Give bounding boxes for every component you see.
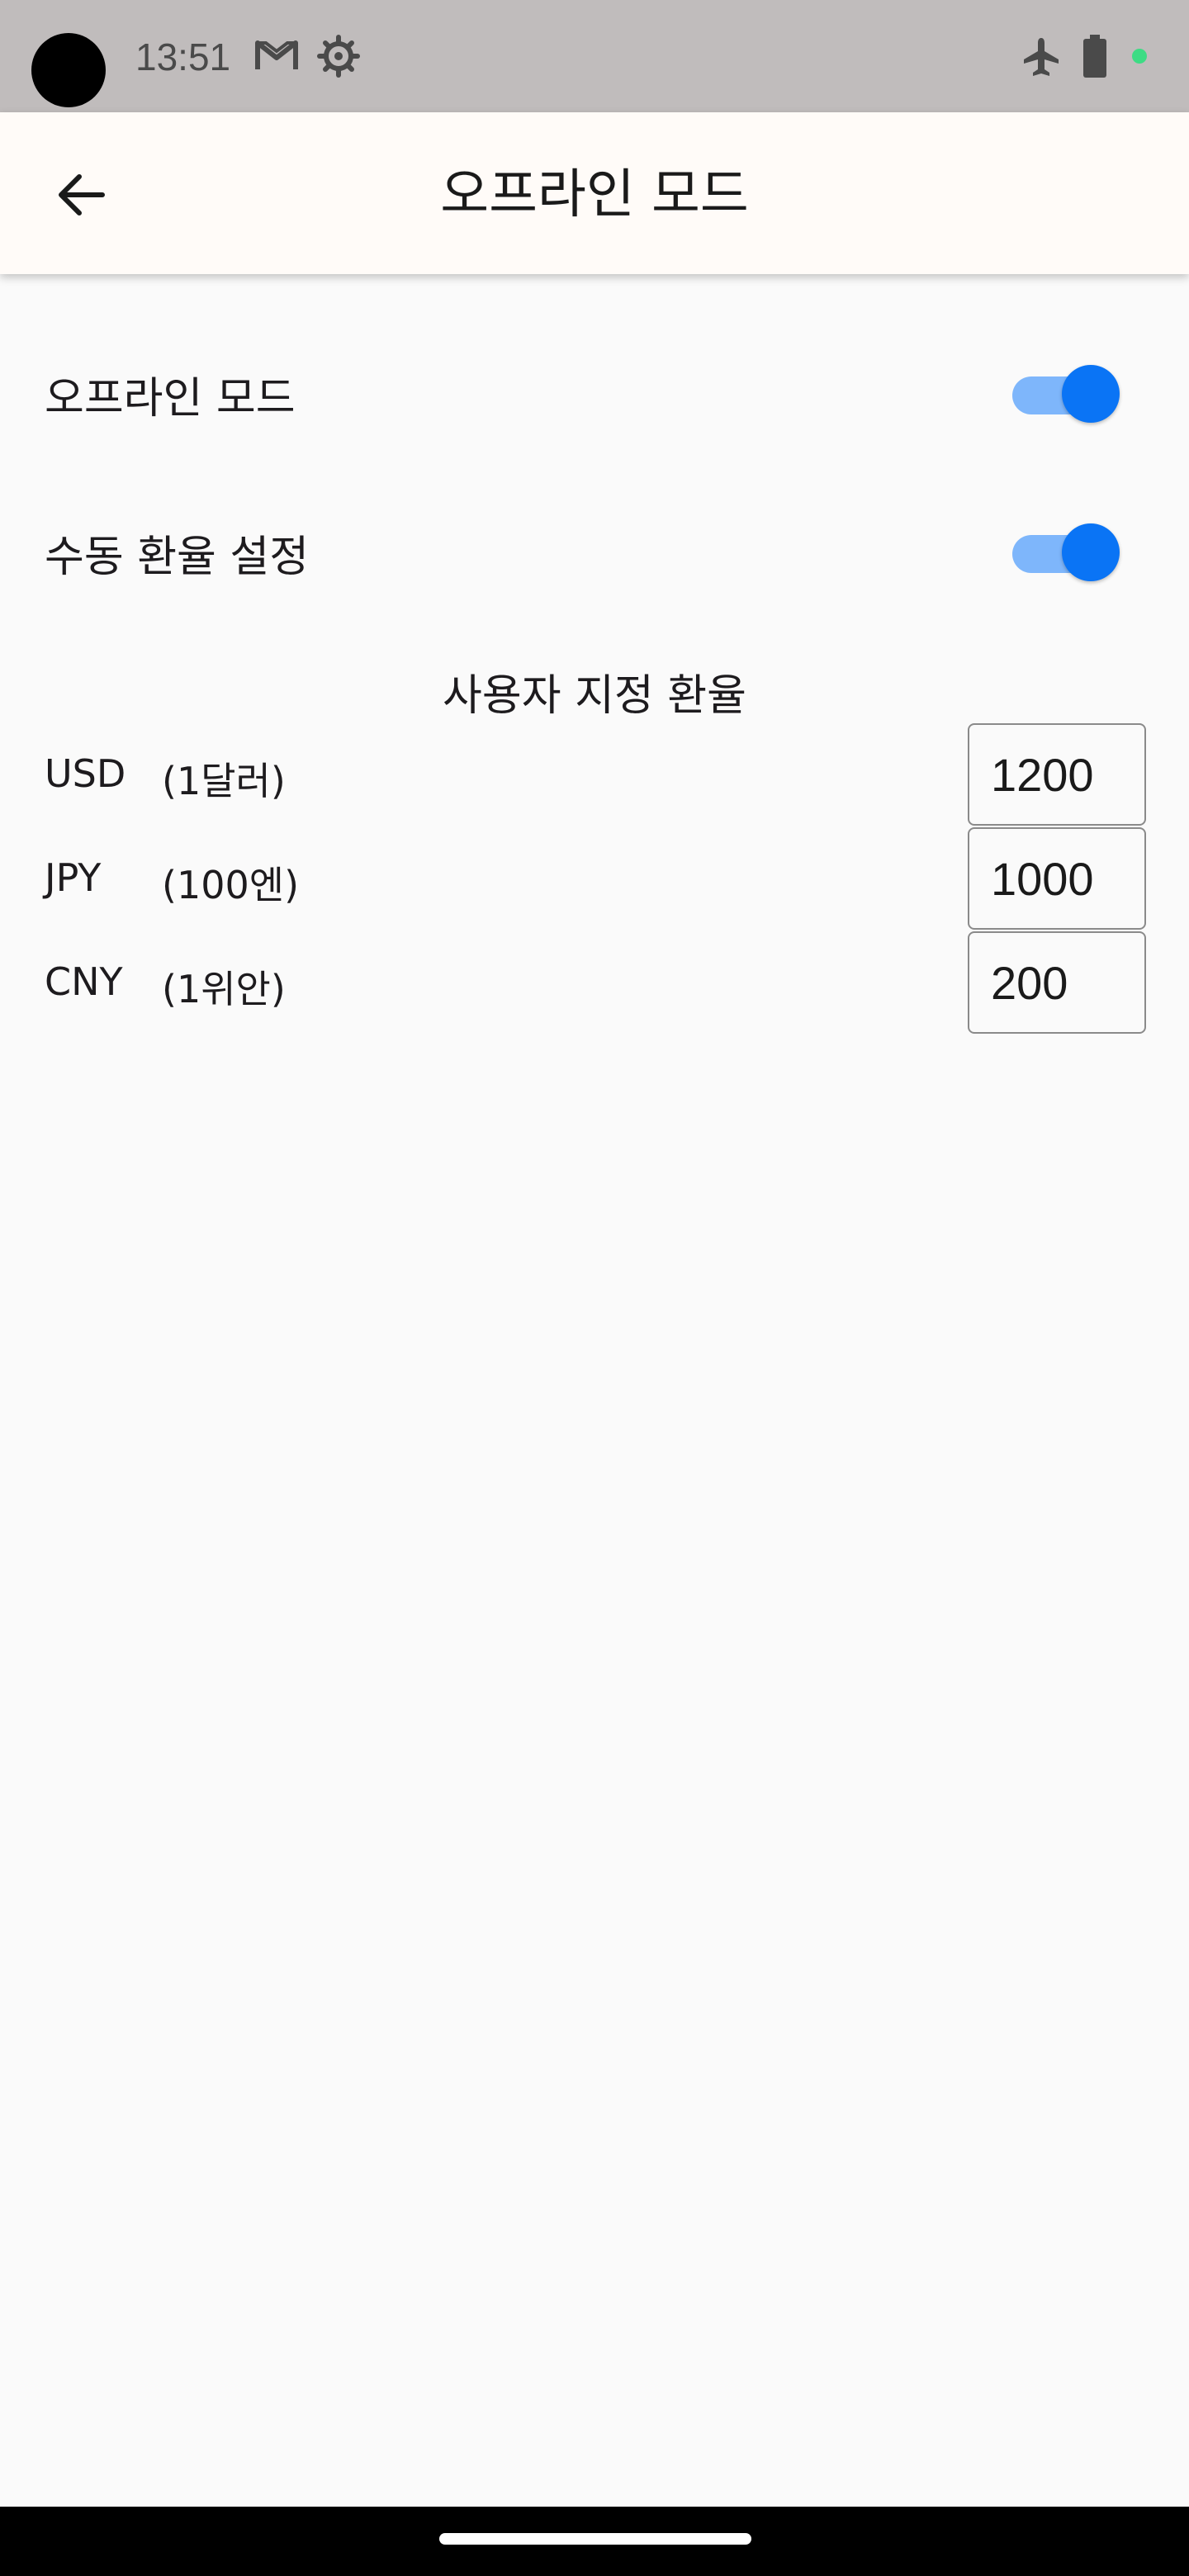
cny-rate-input[interactable] — [968, 931, 1146, 1034]
setting-row-offline-mode: 오프라인 모드 — [0, 340, 1189, 439]
app-bar: 오프라인 모드 — [0, 112, 1189, 274]
currency-code: JPY — [45, 855, 102, 900]
home-gesture-handle[interactable] — [439, 2533, 751, 2545]
rate-row-jpy: JPY (100엔) — [0, 827, 1189, 930]
currency-code: USD — [45, 751, 126, 796]
battery-icon — [1083, 35, 1106, 78]
custom-rates-title: 사용자 지정 환율 — [443, 671, 746, 721]
gmail-icon — [255, 40, 298, 69]
setting-row-manual-rate: 수동 환율 설정 — [0, 499, 1189, 598]
usd-rate-input[interactable] — [968, 723, 1146, 826]
airplane-icon — [1024, 38, 1059, 76]
currency-unit: (1위안) — [162, 967, 286, 1011]
toggle-thumb — [1062, 523, 1120, 581]
currency-code: CNY — [45, 959, 123, 1004]
currency-unit: (1달러) — [162, 759, 286, 803]
settings-gear-icon — [317, 35, 360, 78]
manual-rate-toggle[interactable] — [1012, 523, 1120, 581]
rate-row-usd: USD (1달러) — [0, 723, 1189, 826]
rate-row-cny: CNY (1위안) — [0, 931, 1189, 1034]
status-time: 13:51 — [135, 36, 231, 78]
currency-unit: (100엔) — [162, 863, 300, 907]
system-nav-bar — [0, 2507, 1189, 2576]
status-bar: 13:51 — [0, 0, 1189, 112]
page-title: 오프라인 모드 — [440, 164, 749, 225]
offline-mode-toggle[interactable] — [1012, 365, 1120, 423]
offline-mode-label: 오프라인 모드 — [45, 374, 296, 424]
jpy-rate-input[interactable] — [968, 827, 1146, 930]
camera-cutout — [31, 33, 106, 107]
manual-rate-label: 수동 환율 설정 — [45, 533, 310, 582]
privacy-indicator-dot — [1132, 49, 1147, 64]
toggle-thumb — [1062, 365, 1120, 423]
